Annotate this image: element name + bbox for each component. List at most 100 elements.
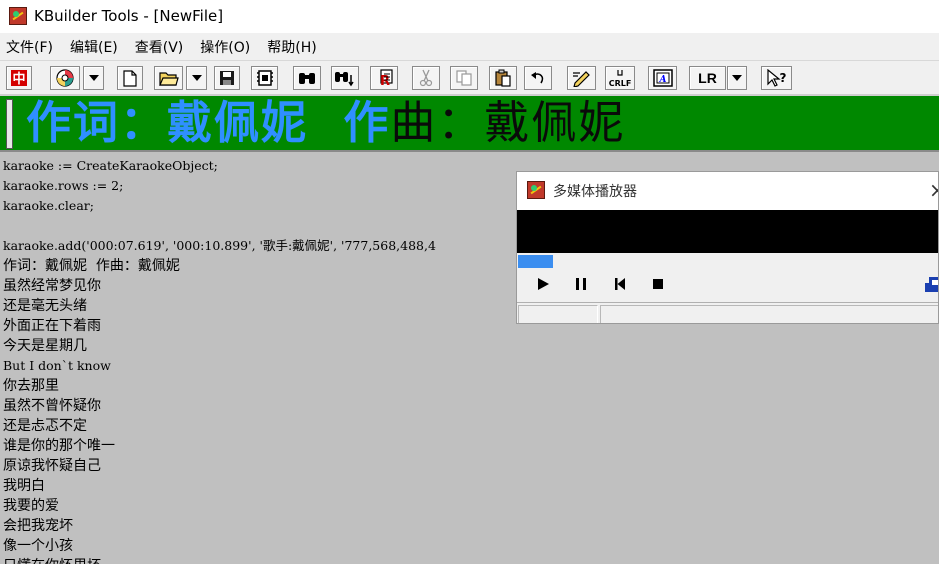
toolbar: 中 R CRLF A LR ? [0, 60, 939, 94]
editor-line: 外面正在下着雨 [3, 318, 101, 334]
new-file-button[interactable] [117, 66, 143, 90]
editor-line: 只懂在你怀里坏 [3, 556, 101, 564]
text-box-icon: A [652, 69, 673, 87]
film-button[interactable] [251, 66, 278, 90]
open-dropdown-button[interactable] [186, 66, 207, 90]
new-file-icon [123, 69, 137, 87]
editor-line: 我明白 [3, 478, 45, 494]
media-player-window: 多媒体播放器 × [516, 171, 939, 324]
replace-button[interactable]: R [370, 66, 398, 90]
media-player-statusbar [517, 302, 938, 323]
chinese-mode-icon: 中 [11, 70, 27, 87]
menu-help[interactable]: 帮助(H) [267, 35, 316, 59]
app-icon [9, 7, 27, 25]
find-next-button[interactable] [331, 66, 359, 90]
title-bar: KBuilder Tools - [NewFile] [0, 0, 939, 32]
close-button[interactable]: × [929, 178, 938, 202]
media-player-titlebar[interactable]: 多媒体播放器 × [517, 172, 938, 210]
editor-line: karaoke.rows := 2; [3, 178, 124, 193]
editor-line: 作词：戴佩妮 作曲：戴佩妮 [3, 258, 180, 274]
editor-line: karaoke := CreateKaraokeObject; [3, 158, 218, 173]
editor-line: karaoke.add('000:07.619', '000:10.899', … [3, 238, 436, 253]
paste-icon [495, 69, 511, 87]
editor-line: karaoke.clear; [3, 198, 94, 213]
progress-fill [518, 255, 553, 268]
help-cursor-icon: ? [766, 69, 786, 87]
color-wheel-button[interactable] [50, 66, 80, 90]
editor-line: But I don`t know [3, 358, 111, 373]
chevron-down-icon [88, 75, 99, 81]
open-folder-icon [158, 72, 179, 86]
film-icon [256, 70, 273, 86]
progress-bar[interactable] [517, 253, 938, 269]
help-cursor-button[interactable]: ? [761, 66, 792, 90]
lr-mode-button[interactable]: LR [689, 66, 726, 90]
editor-line: 会把我宠坏 [3, 518, 73, 534]
stop-icon [653, 279, 663, 289]
editor-line: 今天是星期几 [3, 338, 87, 354]
media-player-title: 多媒体播放器 [553, 184, 637, 200]
volume-icon[interactable] [925, 275, 938, 293]
color-wheel-icon [56, 69, 74, 87]
editor-line: 我要的爱 [3, 498, 59, 514]
copy-button[interactable] [450, 66, 478, 90]
window-title: KBuilder Tools - [NewFile] [34, 7, 224, 25]
cut-icon [419, 69, 433, 87]
paste-button[interactable] [489, 66, 517, 90]
svg-text:CRLF: CRLF [609, 79, 632, 88]
previous-icon [615, 278, 625, 290]
lr-dropdown-button[interactable] [727, 66, 747, 90]
lyrics-banner: 作词：戴佩妮 作曲：戴佩妮 [0, 94, 939, 152]
menu-edit[interactable]: 编辑(E) [70, 35, 118, 59]
banner-title: 作词：戴佩妮 作曲：戴佩妮 [26, 96, 625, 150]
editor-line: 像一个小孩 [3, 538, 73, 554]
cut-button[interactable] [412, 66, 440, 90]
editor-line: 你去那里 [3, 378, 59, 394]
undo-button[interactable] [524, 66, 552, 90]
find-button[interactable] [293, 66, 321, 90]
open-file-button[interactable] [154, 66, 183, 90]
banner-text-part2: 曲：戴佩妮 [390, 96, 626, 149]
status-cell-left [518, 305, 598, 323]
copy-icon [456, 70, 472, 86]
find-next-icon [335, 72, 354, 87]
pause-icon [576, 278, 586, 290]
media-player-app-icon [527, 181, 545, 199]
text-box-button[interactable]: A [648, 66, 677, 90]
stop-button[interactable] [648, 276, 668, 292]
editor-line: 还是忐忑不定 [3, 418, 87, 434]
editor-line: 虽然不曾怀疑你 [3, 398, 101, 414]
video-area [517, 210, 938, 253]
editor-line: 原谅我怀疑自己 [3, 458, 101, 474]
menu-operate[interactable]: 操作(O) [200, 35, 250, 59]
pen-button[interactable] [567, 66, 596, 90]
editor-line: 还是毫无头绪 [3, 298, 87, 314]
undo-icon [531, 72, 544, 84]
pause-button[interactable] [571, 276, 591, 292]
svg-text:?: ? [779, 71, 786, 85]
save-button[interactable] [214, 66, 240, 90]
previous-button[interactable] [610, 276, 630, 292]
svg-text:A: A [658, 75, 666, 85]
svg-text:中: 中 [12, 71, 25, 87]
menu-bar: 文件(F) 编辑(E) 查看(V) 操作(O) 帮助(H) [0, 33, 939, 60]
editor-line: 谁是你的那个唯一 [3, 438, 115, 454]
play-button[interactable] [533, 276, 553, 292]
banner-text-part1: 作词：戴佩妮 作 [26, 96, 391, 149]
chevron-down-icon [732, 75, 742, 81]
status-cell-right [600, 305, 938, 323]
chinese-mode-button[interactable]: 中 [6, 66, 32, 90]
crlf-button[interactable]: CRLF [605, 66, 635, 90]
replace-icon: R [380, 69, 393, 87]
editor-line: 虽然经常梦见你 [3, 278, 101, 294]
lr-mode-icon: LR [698, 70, 717, 86]
menu-file[interactable]: 文件(F) [6, 35, 53, 59]
pen-icon [572, 71, 590, 87]
save-icon [220, 71, 234, 85]
banner-scroll-handle[interactable] [6, 99, 13, 149]
color-dropdown-button[interactable] [83, 66, 104, 90]
play-icon [538, 278, 549, 290]
crlf-icon: CRLF [609, 70, 632, 88]
find-icon [299, 73, 315, 84]
menu-view[interactable]: 查看(V) [135, 35, 184, 59]
